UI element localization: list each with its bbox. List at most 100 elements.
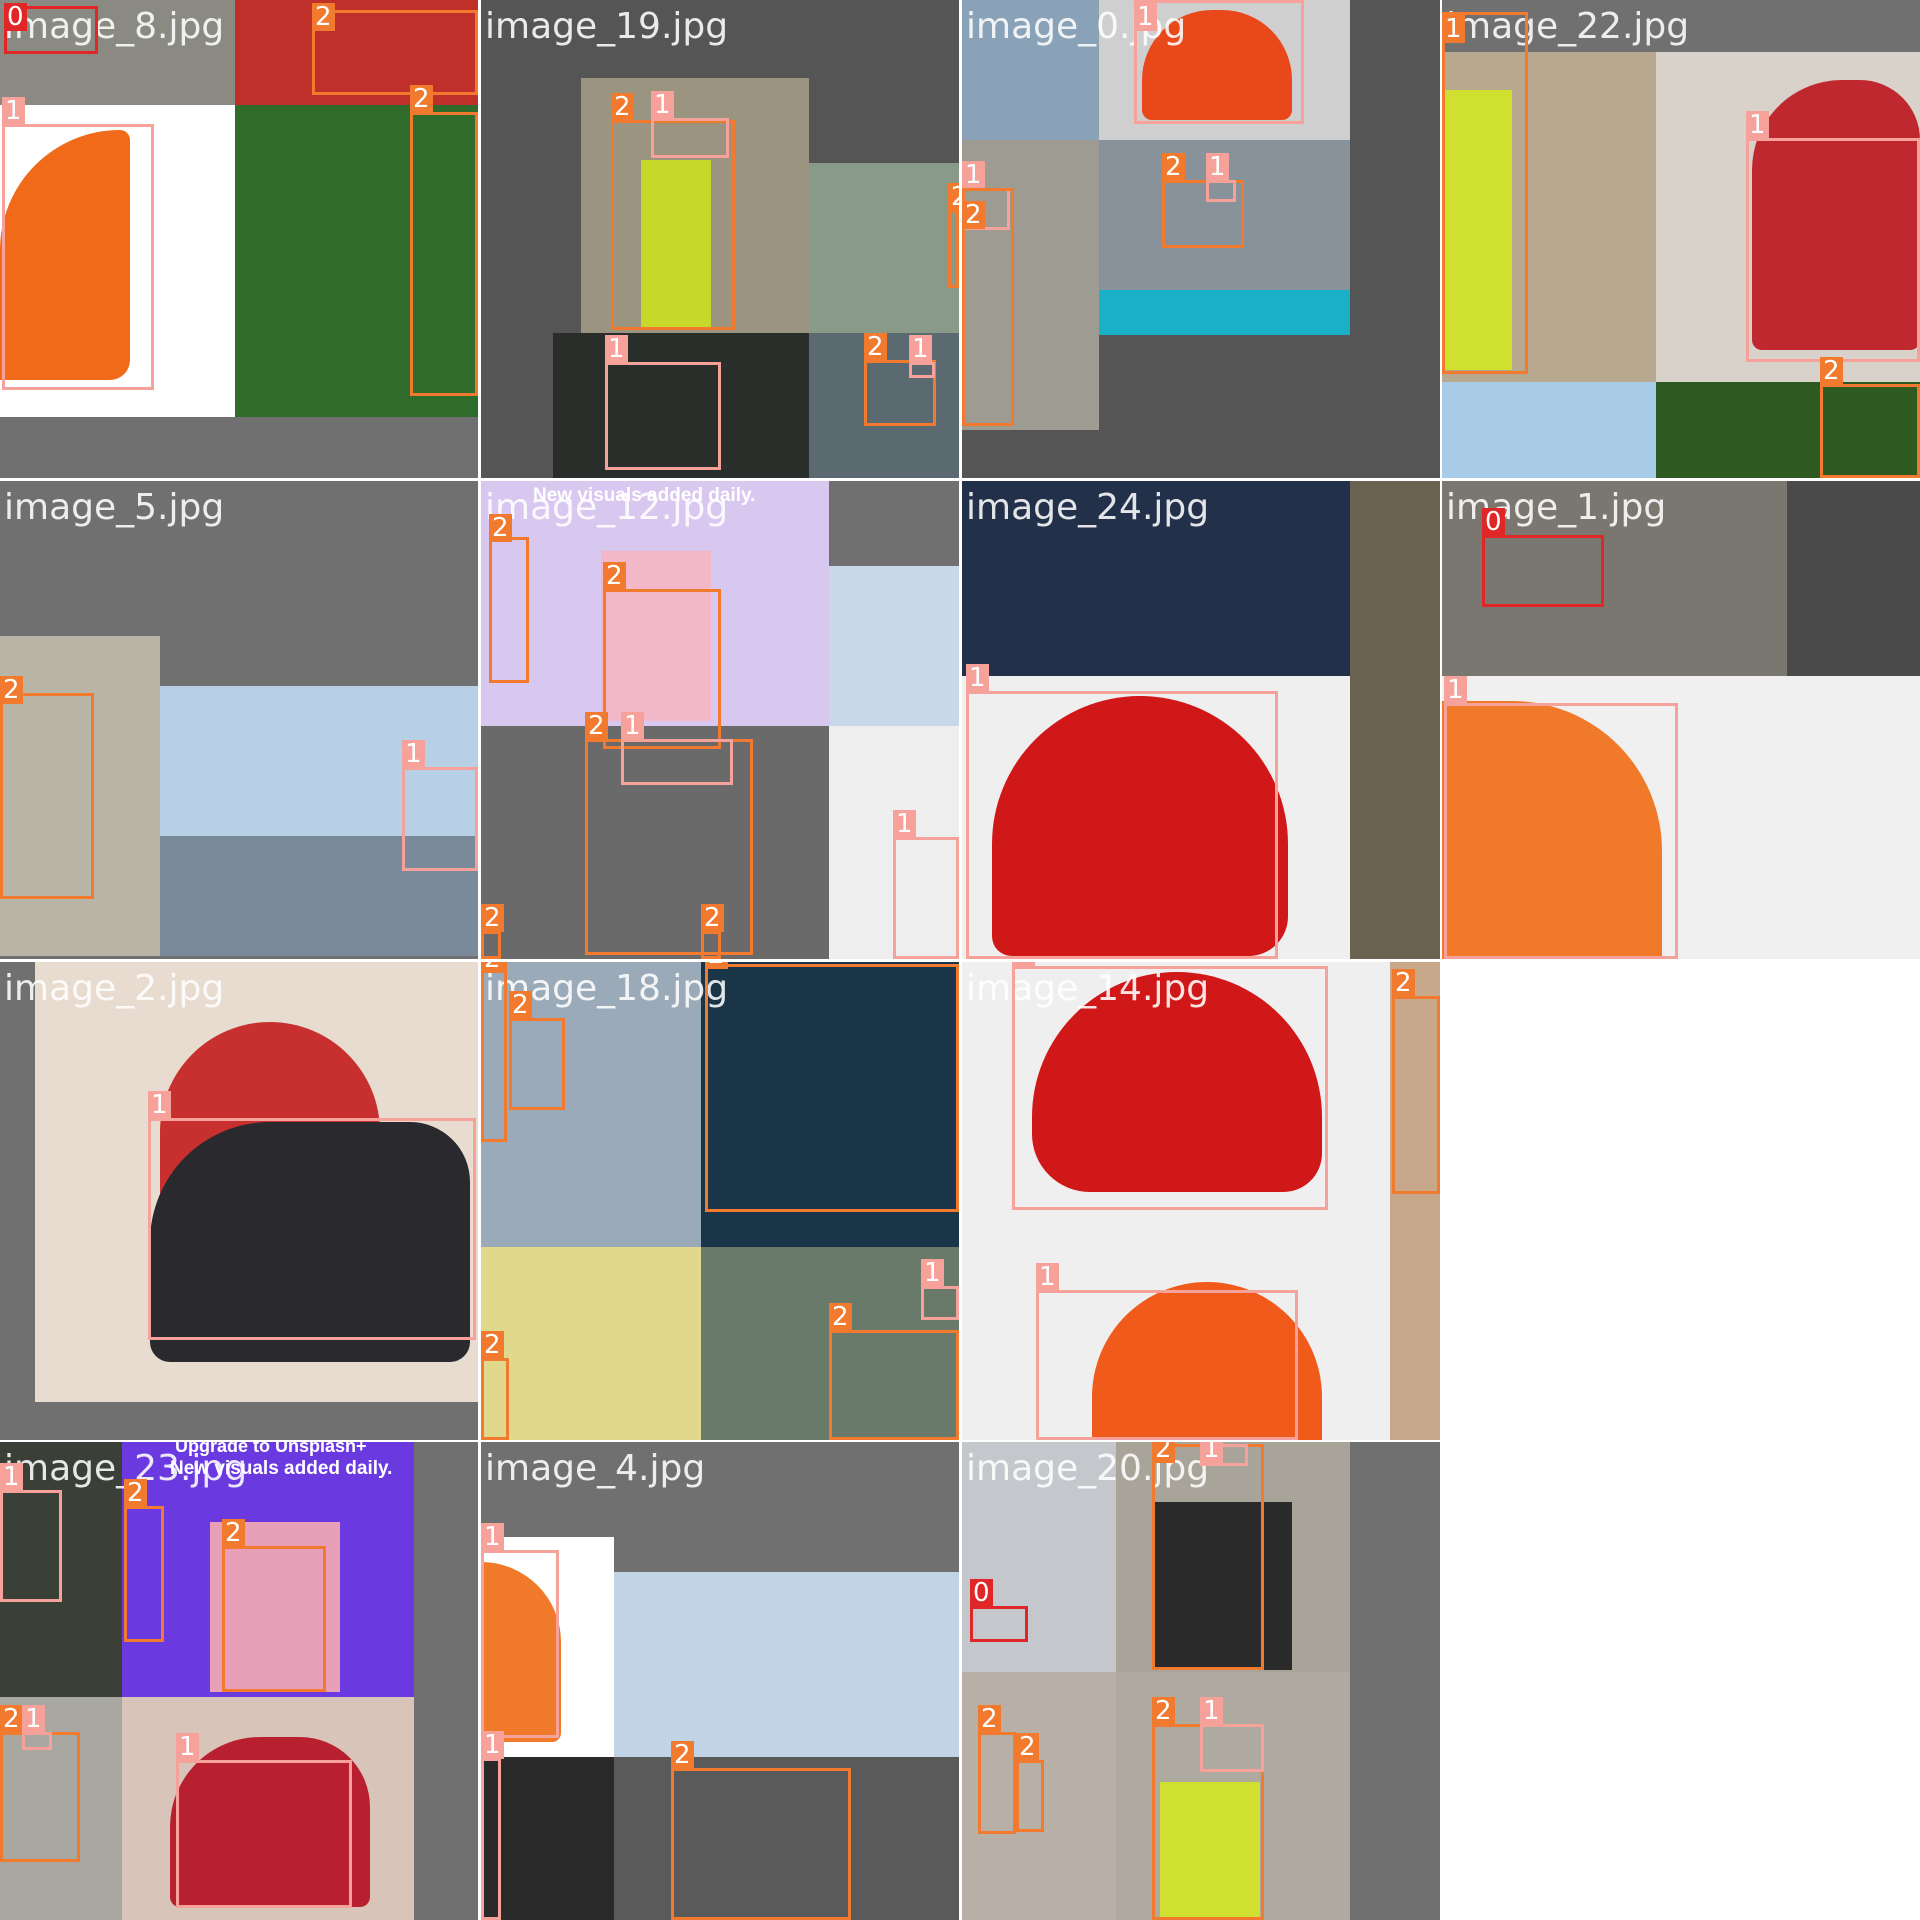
class-label: 1 — [1206, 153, 1229, 181]
class-label: 2 — [1152, 1697, 1175, 1725]
bbox-person: 2 — [1820, 357, 1920, 478]
bbox-helmet: 1 — [481, 1731, 504, 1920]
bbox-person: 2 — [948, 183, 959, 288]
bbox-person: 2 — [481, 1331, 509, 1440]
mosaic-tile: image_14.jpg 1 2 1 — [962, 962, 1440, 1440]
tile-filename: image_4.jpg — [485, 1448, 706, 1489]
class-label: 2 — [701, 904, 724, 932]
class-label: 1 — [0, 1463, 23, 1491]
class-label: 2 — [705, 962, 728, 969]
class-label: 1 — [1444, 676, 1467, 704]
class-label: 2 — [1820, 357, 1843, 385]
bbox-helmet: 1 — [402, 740, 478, 871]
class-label: 1 — [962, 161, 985, 189]
class-label: 0 — [970, 1579, 993, 1607]
bbox-helmet: 1 — [921, 1259, 959, 1320]
mosaic-tile: New visuals added daily. image_12.jpg 2 … — [481, 481, 959, 959]
bbox-person: 2 — [124, 1479, 164, 1642]
bbox-person: 2 — [705, 962, 959, 1212]
class-label: 2 — [1162, 153, 1185, 181]
bbox-helmet: 1 — [893, 810, 959, 959]
tile-filename: image_24.jpg — [966, 487, 1210, 528]
mosaic-tile: image_8.jpg 0 2 2 1 — [0, 0, 478, 478]
class-label: 1 — [1200, 1442, 1223, 1463]
bbox-person: 2 — [489, 514, 529, 683]
class-label: 2 — [603, 562, 626, 590]
class-label: 2 — [611, 93, 634, 121]
class-label: 1 — [966, 664, 989, 692]
bbox-helmet: 1 — [909, 335, 935, 378]
bbox-helmet: 1 — [1444, 676, 1678, 959]
class-label: 1 — [402, 740, 425, 768]
bbox-helmet: 1 — [1206, 153, 1236, 202]
bbox-person: 2 — [978, 1705, 1016, 1834]
mosaic-tile: image_19.jpg 2 1 2 1 2 1 — [481, 0, 959, 478]
class-label: 0 — [1482, 508, 1505, 536]
bbox-helmet: 1 — [1134, 0, 1304, 124]
class-label: 1 — [651, 91, 674, 119]
class-label: 1 — [921, 1259, 944, 1287]
class-label: 2 — [124, 1479, 147, 1507]
bbox-person: 2 — [962, 188, 1014, 426]
bbox-person: 2 — [410, 85, 478, 396]
bbox-person: 2 — [701, 904, 724, 959]
bbox-person: 2 — [312, 3, 478, 95]
class-label: 1 — [2, 97, 25, 125]
bbox-person: 1 — [1442, 12, 1528, 374]
tile-filename: image_1.jpg — [1446, 487, 1667, 528]
bbox-helmet: 1 — [966, 664, 1278, 959]
tile-filename: image_5.jpg — [4, 487, 225, 528]
mosaic-tile: Upgrade to Unsplash+ New visuals added d… — [0, 1442, 478, 1920]
bbox-helmet: 1 — [1036, 1263, 1298, 1440]
class-label: 1 — [1134, 3, 1157, 31]
class-label: 2 — [481, 962, 504, 973]
class-label: 2 — [1016, 1733, 1039, 1761]
class-label: 1 — [1200, 1697, 1223, 1725]
bbox-helmet: 1 — [481, 1523, 559, 1738]
class-label: 2 — [962, 201, 985, 229]
class-label: 1 — [481, 1523, 504, 1551]
tile-filename: image_12.jpg — [485, 487, 729, 528]
class-label: 2 — [1392, 969, 1415, 997]
class-label: 1 — [909, 335, 932, 363]
class-label: 2 — [410, 85, 433, 113]
mosaic-tile: image_22.jpg 1 1 2 — [1442, 0, 1920, 478]
class-label: 2 — [481, 1331, 504, 1359]
class-label: 2 — [0, 676, 23, 704]
bbox-person: 2 — [0, 676, 94, 899]
bbox-person: 2 — [481, 904, 504, 959]
bbox-helmet: 1 — [22, 1705, 52, 1750]
bbox-helmet: 1 — [1012, 962, 1328, 1210]
bbox-person: 2 — [671, 1741, 851, 1920]
class-label: 2 — [0, 1705, 23, 1733]
bbox-person: 2 — [1152, 1442, 1264, 1670]
class-label: 2 — [829, 1303, 852, 1331]
mosaic-tile: image_4.jpg 1 1 2 — [481, 1442, 959, 1920]
bbox-helmet: 1 — [605, 335, 721, 470]
bbox-helmet: 1 — [1746, 111, 1920, 362]
class-label: 1 — [1036, 1263, 1059, 1291]
class-label: 2 — [222, 1519, 245, 1547]
class-label: 1 — [1442, 15, 1465, 43]
bbox-helmet: 1 — [2, 97, 154, 390]
bbox-person: 2 — [829, 1303, 959, 1440]
mosaic-tile: image_20.jpg 2 1 0 2 2 2 1 — [962, 1442, 1440, 1920]
class-label: 2 — [489, 514, 512, 542]
mosaic-tile: image_0.jpg 1 1 2 1 2 — [962, 0, 1440, 478]
bbox-helmet: 1 — [0, 1463, 62, 1602]
bbox-person: 2 — [509, 991, 565, 1110]
tile-filename: image_19.jpg — [485, 6, 729, 47]
bbox-helmet: 1 — [1200, 1697, 1264, 1772]
mosaic-tile: image_2.jpg 1 — [0, 962, 478, 1440]
class-label: 1 — [1012, 962, 1035, 967]
bbox-car: 0 — [4, 3, 98, 54]
class-label: 2 — [671, 1741, 694, 1769]
class-label: 1 — [605, 335, 628, 363]
bbox-car: 0 — [970, 1579, 1028, 1642]
bbox-car: 0 — [1482, 508, 1604, 607]
augmentation-mosaic-grid: image_8.jpg 0 2 2 1 image_19.jpg 2 1 2 1… — [0, 0, 1920, 1920]
bbox-person: 2 — [1016, 1733, 1044, 1832]
class-label: 2 — [864, 333, 887, 361]
tile-filename: image_2.jpg — [4, 968, 225, 1009]
mosaic-tile: image_18.jpg 2 2 2 1 2 2 — [481, 962, 959, 1440]
